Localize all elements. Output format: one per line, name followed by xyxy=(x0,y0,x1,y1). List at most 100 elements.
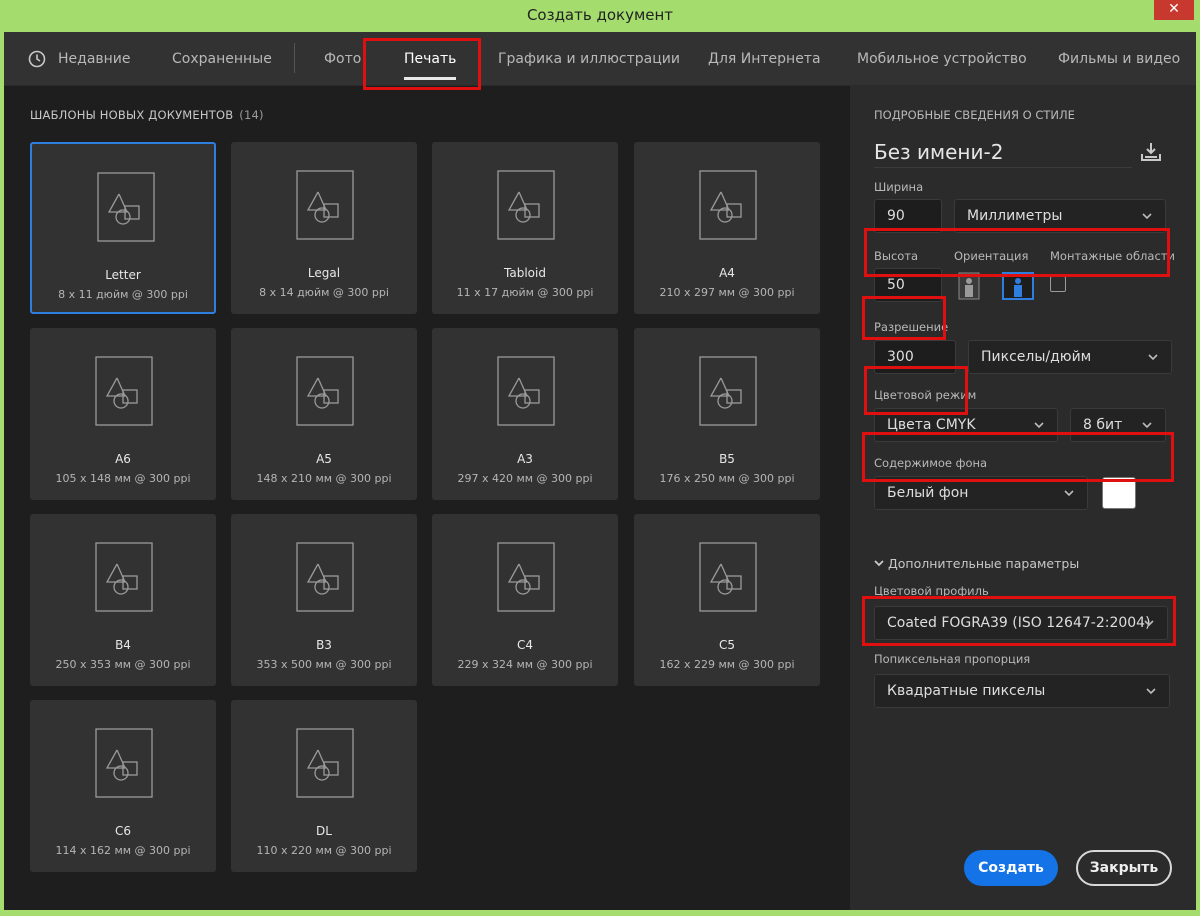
tab-mobile[interactable]: Мобильное устройство xyxy=(857,32,1027,86)
height-label: Высота xyxy=(874,249,919,263)
document-preset-icon xyxy=(296,728,354,798)
document-preset-icon xyxy=(95,728,153,798)
chevron-down-icon xyxy=(1144,620,1154,627)
bit-depth-value: 8 бит xyxy=(1083,417,1123,433)
create-button[interactable]: Создать xyxy=(964,850,1058,886)
tab-print[interactable]: Печать xyxy=(404,32,457,86)
resolution-units-dropdown[interactable]: Пикселы/дюйм xyxy=(968,340,1172,374)
template-size: 11 x 17 дюйм @ 300 ppi xyxy=(456,286,594,299)
template-size: 297 x 420 мм @ 300 ppi xyxy=(457,472,593,485)
units-value: Миллиметры xyxy=(967,208,1063,224)
document-preset-icon xyxy=(95,356,153,426)
template-card[interactable]: Letter 8 x 11 дюйм @ 300 ppi xyxy=(30,142,216,314)
template-card[interactable]: C6 114 x 162 мм @ 300 ppi xyxy=(30,700,216,872)
chevron-down-icon xyxy=(1146,688,1156,695)
document-preset-icon xyxy=(699,356,757,426)
new-document-dialog: Недавние Сохраненные Фото Печать Графика… xyxy=(4,32,1196,910)
template-name: A5 xyxy=(316,452,332,466)
template-size: 229 x 324 мм @ 300 ppi xyxy=(457,658,593,671)
height-input[interactable]: 50 xyxy=(874,268,942,302)
template-size: 114 x 162 мм @ 300 ppi xyxy=(55,844,191,857)
template-size: 250 x 353 мм @ 300 ppi xyxy=(55,658,191,671)
templates-count: (14) xyxy=(239,108,264,122)
advanced-options-toggle[interactable]: Дополнительные параметры xyxy=(874,556,1079,571)
template-card[interactable]: C4 229 x 324 мм @ 300 ppi xyxy=(432,514,618,686)
chevron-down-icon xyxy=(1142,213,1152,220)
chevron-down-icon xyxy=(1064,490,1074,497)
template-size: 210 x 297 мм @ 300 ppi xyxy=(659,286,795,299)
advanced-options-label: Дополнительные параметры xyxy=(888,556,1080,571)
color-profile-label: Цветовой профиль xyxy=(874,584,989,598)
resolution-input[interactable]: 300 xyxy=(874,340,956,374)
window-close-button[interactable]: ✕ xyxy=(1154,0,1194,20)
template-card[interactable]: B4 250 x 353 мм @ 300 ppi xyxy=(30,514,216,686)
pixel-aspect-value: Квадратные пикселы xyxy=(887,683,1046,699)
resolution-label: Разрешение xyxy=(874,320,949,334)
document-preset-icon xyxy=(296,170,354,240)
tab-recent[interactable]: Недавние xyxy=(58,32,131,86)
width-input[interactable]: 90 xyxy=(874,199,942,233)
resolution-units-value: Пикселы/дюйм xyxy=(981,349,1092,365)
tab-film-video[interactable]: Фильмы и видео xyxy=(1058,32,1180,86)
tab-photo[interactable]: Фото xyxy=(324,32,361,86)
template-card[interactable]: B3 353 x 500 мм @ 300 ppi xyxy=(231,514,417,686)
color-mode-value: Цвета CMYK xyxy=(887,417,976,433)
template-size: 8 x 11 дюйм @ 300 ppi xyxy=(58,288,188,301)
template-name: C6 xyxy=(114,824,131,838)
landscape-orientation-icon[interactable] xyxy=(1002,272,1034,300)
document-name-field[interactable]: Без имени-2 xyxy=(874,140,1132,168)
background-dropdown[interactable]: Белый фон xyxy=(874,476,1088,510)
template-card[interactable]: A3 297 x 420 мм @ 300 ppi xyxy=(432,328,618,500)
template-name: B5 xyxy=(719,452,735,466)
template-card[interactable]: B5 176 x 250 мм @ 300 ppi xyxy=(634,328,820,500)
document-preset-icon xyxy=(497,170,555,240)
template-card[interactable]: Legal 8 x 14 дюйм @ 300 ppi xyxy=(231,142,417,314)
color-profile-dropdown[interactable]: Coated FOGRA39 (ISO 12647-2:2004) xyxy=(874,606,1168,640)
background-value: Белый фон xyxy=(887,485,969,501)
document-preset-icon xyxy=(699,542,757,612)
save-preset-icon[interactable] xyxy=(1140,142,1162,162)
tab-web[interactable]: Для Интернета xyxy=(708,32,821,86)
pixel-aspect-label: Попиксельная пропорция xyxy=(874,652,1031,666)
template-card[interactable]: C5 162 x 229 мм @ 300 ppi xyxy=(634,514,820,686)
template-name: A6 xyxy=(115,452,131,466)
tab-print-label: Печать xyxy=(404,51,457,67)
tab-divider xyxy=(294,43,295,73)
chevron-down-icon xyxy=(1034,422,1044,429)
template-card[interactable]: Tabloid 11 x 17 дюйм @ 300 ppi xyxy=(432,142,618,314)
document-preset-icon xyxy=(497,356,555,426)
preset-details-panel: ПОДРОБНЫЕ СВЕДЕНИЯ О СТИЛЕ Без имени-2 Ш… xyxy=(850,86,1196,910)
templates-heading: ШАБЛОНЫ НОВЫХ ДОКУМЕНТОВ (14) xyxy=(30,108,264,122)
template-name: Legal xyxy=(307,266,341,280)
template-card[interactable]: A6 105 x 148 мм @ 300 ppi xyxy=(30,328,216,500)
close-button[interactable]: Закрыть xyxy=(1076,850,1172,886)
template-card[interactable]: A4 210 x 297 мм @ 300 ppi xyxy=(634,142,820,314)
artboards-label: Монтажные области xyxy=(1050,249,1175,263)
pixel-aspect-dropdown[interactable]: Квадратные пикселы xyxy=(874,674,1170,708)
template-name: DL xyxy=(316,824,332,838)
color-mode-dropdown[interactable]: Цвета CMYK xyxy=(874,408,1058,442)
title-bar: Создать документ ✕ xyxy=(0,0,1200,32)
artboards-checkbox[interactable] xyxy=(1050,276,1066,292)
background-label: Содержимое фона xyxy=(874,456,988,470)
template-name: C4 xyxy=(516,638,533,652)
window-title: Создать документ xyxy=(526,6,674,24)
template-size: 110 x 220 мм @ 300 ppi xyxy=(256,844,392,857)
portrait-orientation-icon[interactable] xyxy=(956,272,982,300)
template-card[interactable]: A5 148 x 210 мм @ 300 ppi xyxy=(231,328,417,500)
template-card[interactable]: DL 110 x 220 мм @ 300 ppi xyxy=(231,700,417,872)
template-size: 353 x 500 мм @ 300 ppi xyxy=(256,658,392,671)
tab-art-illustration[interactable]: Графика и иллюстрации xyxy=(498,32,680,86)
units-dropdown[interactable]: Миллиметры xyxy=(954,199,1166,233)
template-size: 105 x 148 мм @ 300 ppi xyxy=(55,472,191,485)
width-label: Ширина xyxy=(874,180,924,194)
template-name: A3 xyxy=(517,452,533,466)
chevron-down-icon xyxy=(874,560,884,567)
bit-depth-dropdown[interactable]: 8 бит xyxy=(1070,408,1166,442)
background-color-swatch[interactable] xyxy=(1102,477,1136,509)
document-preset-icon xyxy=(497,542,555,612)
orientation-label: Ориентация xyxy=(954,249,1029,263)
template-name: Letter xyxy=(105,268,141,282)
category-tabs: Недавние Сохраненные Фото Печать Графика… xyxy=(4,32,1196,86)
tab-saved[interactable]: Сохраненные xyxy=(172,32,272,86)
